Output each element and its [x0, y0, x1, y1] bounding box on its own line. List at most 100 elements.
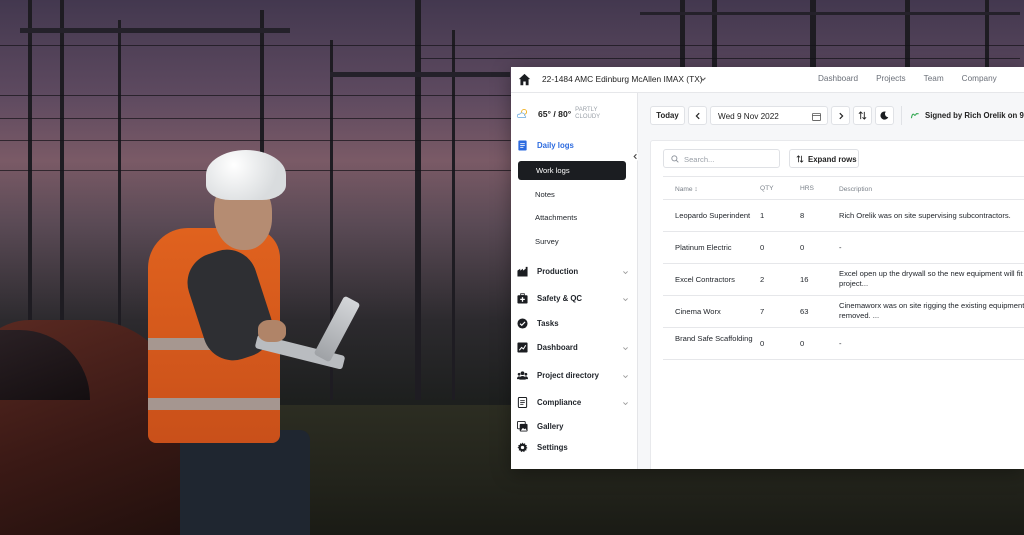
cell-description: -: [839, 243, 842, 252]
next-day-button[interactable]: [831, 106, 850, 125]
cell-qty: 0: [760, 339, 765, 348]
sidebar-item-label: Compliance: [537, 398, 582, 407]
sidebar-item-label: Gallery: [537, 422, 564, 431]
cell-hrs: 63: [800, 307, 809, 316]
cell-name: Brand Safe Scaffolding: [675, 334, 753, 343]
column-header-name[interactable]: Name ↕: [675, 185, 757, 195]
sidebar-item-tasks[interactable]: Tasks: [517, 318, 559, 329]
expand-rows-label: Expand rows: [808, 155, 857, 164]
sidebar-item-label: Production: [537, 267, 579, 276]
signed-status: Signed by Rich Orelik on 9: [901, 106, 1024, 125]
date-toolbar: Today Wed 9 Nov 2022 Signed by Rich Orel…: [650, 106, 1024, 125]
cell-qty: 0: [760, 243, 765, 252]
sidebar-subitem-notes[interactable]: Notes: [535, 190, 555, 199]
chevron-down-icon[interactable]: [699, 75, 707, 83]
signature-icon: [910, 113, 919, 119]
chevron-left-icon: [695, 112, 700, 119]
previous-day-button[interactable]: [688, 106, 707, 125]
selected-date: Wed 9 Nov 2022: [718, 112, 779, 121]
gear-icon: [517, 442, 528, 453]
sidebar-subitem-survey[interactable]: Survey: [535, 237, 559, 246]
weather-widget: 65° / 80° PARTLY CLOUDY: [516, 107, 603, 120]
table-row[interactable]: Excel Contractors 2 16 Excel open up the…: [663, 264, 1024, 296]
chevron-down-icon[interactable]: [622, 345, 629, 352]
expand-rows-button[interactable]: Expand rows: [789, 149, 859, 168]
search-placeholder: Search...: [684, 155, 715, 164]
sidebar-item-settings[interactable]: Settings: [517, 442, 568, 453]
main-content: Today Wed 9 Nov 2022 Signed by Rich Orel…: [638, 93, 1024, 469]
nav-company[interactable]: Company: [962, 74, 997, 83]
sidebar-item-label: Daily logs: [537, 141, 574, 150]
expand-icon: [796, 155, 804, 163]
cell-description: Cinemaworx was on site rigging the exist…: [839, 301, 1024, 320]
sidebar-item-label: Tasks: [537, 319, 559, 328]
production-icon: [517, 266, 528, 277]
sidebar-item-project-directory[interactable]: Project directory: [517, 370, 599, 381]
sidebar-subitem-attachments[interactable]: Attachments: [535, 213, 577, 222]
table-row[interactable]: Leopardo Superindent 1 8 Rich Orelik was…: [663, 200, 1024, 232]
cell-hrs: 0: [800, 243, 805, 252]
table-row[interactable]: Brand Safe Scaffolding 0 0 -: [663, 328, 1024, 360]
chart-icon: [517, 342, 528, 353]
sidebar-item-safety-qc[interactable]: Safety & QC: [517, 293, 582, 304]
sidebar-item-label: Dashboard: [537, 343, 578, 352]
sidebar-subitem-work-logs[interactable]: Work logs: [518, 161, 626, 180]
dark-mode-button[interactable]: [875, 106, 894, 125]
chevron-down-icon[interactable]: [622, 373, 629, 380]
sidebar-item-compliance[interactable]: Compliance: [517, 397, 581, 408]
sort-toggle-button[interactable]: [853, 106, 872, 125]
chevron-down-icon[interactable]: [622, 296, 629, 303]
cell-description: Excel open up the drywall so the new equ…: [839, 269, 1024, 288]
cell-description: -: [839, 339, 842, 348]
column-header-qty: QTY: [760, 185, 774, 192]
document-icon: [517, 397, 528, 408]
project-title[interactable]: 22-1484 AMC Edinburg McAllen IMAX (TX): [542, 74, 703, 84]
date-picker[interactable]: Wed 9 Nov 2022: [710, 106, 828, 125]
nav-projects[interactable]: Projects: [876, 74, 906, 83]
sidebar-item-dashboard[interactable]: Dashboard: [517, 342, 578, 353]
table-row[interactable]: Platinum Electric 0 0 -: [663, 232, 1024, 264]
sidebar-item-label: Project directory: [537, 371, 599, 380]
sidebar-item-label: Safety & QC: [537, 294, 583, 303]
top-nav: Dashboard Projects Team Company: [818, 74, 1015, 83]
chevron-down-icon[interactable]: [622, 400, 629, 407]
nav-dashboard[interactable]: Dashboard: [818, 74, 858, 83]
cell-qty: 2: [760, 275, 765, 284]
moon-icon: [880, 111, 889, 120]
cell-hrs: 16: [800, 275, 809, 284]
search-input[interactable]: Search...: [663, 149, 780, 168]
home-icon[interactable]: [518, 73, 531, 86]
sidebar-item-gallery[interactable]: Gallery: [517, 421, 563, 432]
calendar-icon: [812, 112, 821, 121]
work-logs-table: Name ↕ QTY HRS Description Leopardo Supe…: [663, 176, 1024, 360]
people-icon: [517, 371, 528, 380]
sidebar-item-daily-logs[interactable]: Daily logs: [517, 140, 574, 151]
work-logs-panel: Search... Expand rows Name ↕ QTY HRS Des…: [650, 140, 1024, 469]
cell-name: Excel Contractors: [675, 275, 735, 284]
today-button[interactable]: Today: [650, 106, 685, 125]
column-header-hrs: HRS: [800, 185, 814, 192]
partly-cloudy-icon: [516, 108, 528, 118]
sidebar-item-production[interactable]: Production: [517, 266, 578, 277]
cell-name: Cinema Worx: [675, 307, 721, 316]
document-blue-icon: [518, 140, 527, 151]
sidebar: 65° / 80° PARTLY CLOUDY Daily logs Work …: [511, 93, 640, 469]
swap-icon: [858, 111, 867, 120]
check-circle-icon: [517, 318, 528, 329]
cell-name: Platinum Electric: [675, 243, 732, 252]
images-icon: [517, 421, 528, 432]
cell-name: Leopardo Superindent: [675, 211, 751, 220]
sidebar-item-label: Settings: [537, 443, 568, 452]
column-header-description: Description: [839, 186, 872, 193]
cell-hrs: 0: [800, 339, 805, 348]
top-bar: 22-1484 AMC Edinburg McAllen IMAX (TX) D…: [511, 67, 1024, 93]
cell-qty: 7: [760, 307, 765, 316]
weather-condition: PARTLY CLOUDY: [575, 107, 601, 120]
cell-description: Rich Orelik was on site supervising subc…: [839, 211, 1011, 220]
cell-hrs: 8: [800, 211, 805, 220]
signed-text: Signed by Rich Orelik on 9: [925, 111, 1024, 120]
nav-team[interactable]: Team: [924, 74, 944, 83]
table-row[interactable]: Cinema Worx 7 63 Cinemaworx was on site …: [663, 296, 1024, 328]
chevron-down-icon[interactable]: [622, 269, 629, 276]
search-icon: [671, 155, 679, 163]
